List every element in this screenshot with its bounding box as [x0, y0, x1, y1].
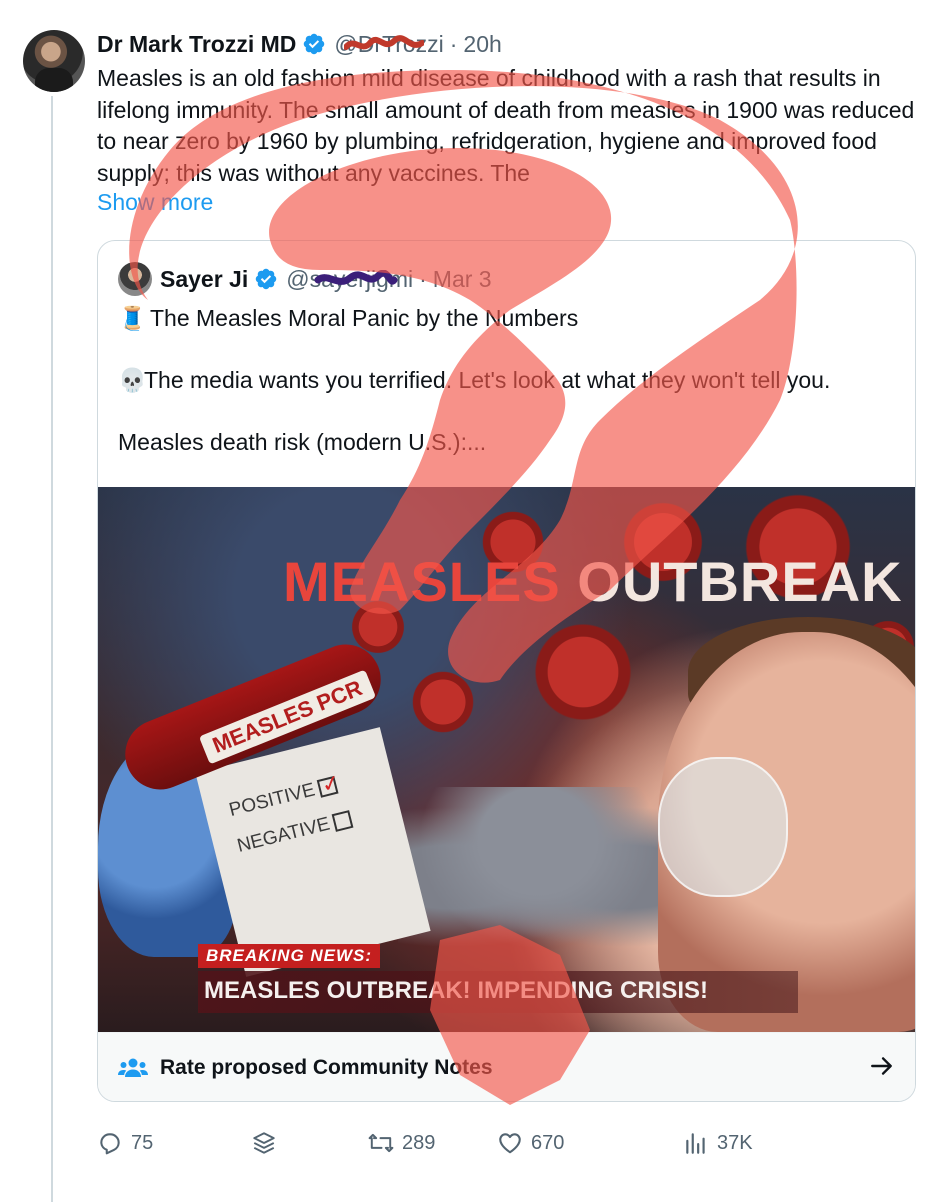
show-more-link[interactable]: Show more	[97, 189, 213, 216]
thread-emoji-icon: 🧵	[118, 305, 147, 331]
quoted-timestamp[interactable]: Mar 3	[433, 266, 492, 293]
author-handle[interactable]: @DrTrozzi	[334, 31, 443, 58]
reply-icon	[100, 1133, 120, 1155]
repost-icon	[368, 1133, 394, 1153]
oxygen-mask-graphic	[658, 757, 788, 897]
verified-badge-icon	[304, 33, 325, 55]
crowd-graphic	[398, 787, 678, 967]
news-ticker: MEASLES OUTBREAK! IMPENDING CRISIS!	[198, 971, 798, 1013]
timestamp[interactable]: 20h	[463, 31, 501, 58]
community-notes-label: Rate proposed Community Notes	[160, 1056, 493, 1079]
quoted-media-image[interactable]: MEASLES OUTBREAK POSITIVE ✓ NEGATIVE MEAS…	[98, 487, 915, 1032]
quoted-tweet-header: Sayer Ji @sayerjigmi · Mar 3	[118, 261, 492, 297]
arrow-right-icon	[871, 1057, 892, 1075]
quoted-tweet-text: 🧵 The Measles Moral Panic by the Numbers…	[118, 305, 831, 455]
test-paper-graphic	[195, 727, 431, 977]
quoted-avatar[interactable]	[118, 262, 152, 296]
views-count: 37K	[717, 1131, 753, 1154]
author-name[interactable]: Dr Mark Trozzi MD	[97, 31, 296, 58]
heart-icon	[499, 1133, 521, 1154]
verified-badge-icon	[256, 268, 277, 290]
layers-icon	[253, 1132, 275, 1154]
tweet-header: Dr Mark Trozzi MD @DrTrozzi · 20h	[97, 28, 502, 60]
repost-count: 289	[402, 1131, 436, 1154]
avatar[interactable]	[23, 30, 85, 92]
skull-emoji-icon: 💀	[118, 367, 147, 393]
views-icon	[686, 1133, 705, 1154]
redaction-scribble	[314, 269, 398, 285]
people-icon	[118, 1058, 148, 1077]
like-count: 670	[531, 1131, 565, 1154]
quoted-author-handle[interactable]: @sayerjigmi	[286, 266, 413, 293]
quoted-author-name[interactable]: Sayer Ji	[160, 266, 248, 293]
image-headline: MEASLES OUTBREAK	[283, 550, 903, 613]
virus-graphic	[528, 617, 638, 727]
breaking-news-label: BREAKING NEWS:	[198, 944, 381, 968]
like-button[interactable]: 670	[497, 1130, 564, 1156]
reply-count: 75	[131, 1131, 154, 1154]
separator: ·	[419, 265, 427, 292]
quoted-tweet[interactable]: Sayer Ji @sayerjigmi · Mar 3 🧵 The Measl…	[97, 240, 916, 1102]
redaction-scribble	[344, 34, 425, 50]
community-notes-bar[interactable]: Rate proposed Community Notes	[98, 1032, 915, 1101]
grok-button[interactable]	[251, 1130, 285, 1156]
tweet-text: Measles is an old fashion mild disease o…	[97, 65, 915, 186]
views-button[interactable]: 37K	[683, 1130, 753, 1156]
virus-graphic	[408, 667, 478, 737]
repost-button[interactable]: 289	[368, 1130, 435, 1156]
separator: ·	[449, 30, 458, 57]
reply-button[interactable]: 75	[97, 1130, 153, 1156]
thread-line	[51, 96, 53, 1202]
tweet-actions: 75 289 670 37K	[97, 1130, 797, 1166]
